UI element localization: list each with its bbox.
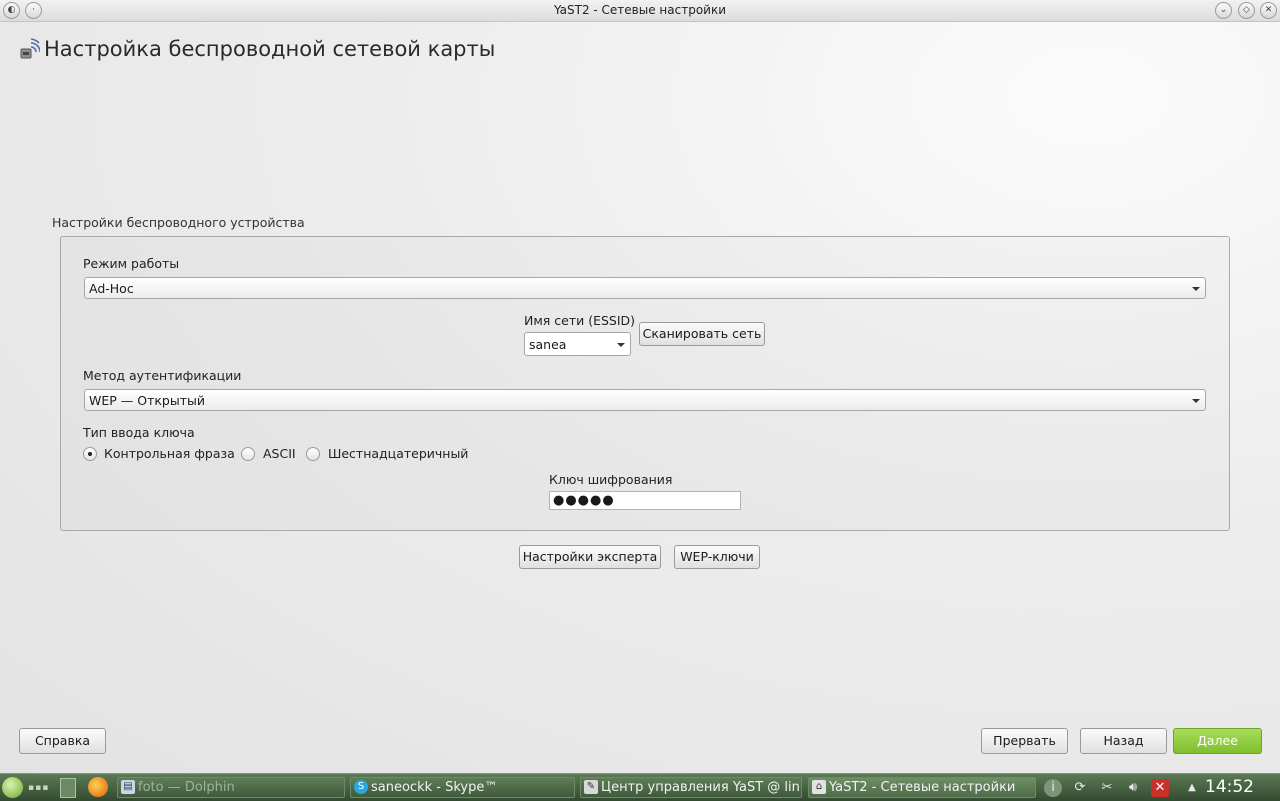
task-label: saneockk - Skype™ bbox=[371, 780, 498, 795]
radio-hex-label[interactable]: Шестнадцатеричный bbox=[328, 446, 468, 461]
skype-icon: S bbox=[354, 780, 368, 794]
radio-ascii-label[interactable]: ASCII bbox=[263, 446, 296, 461]
radio-hex[interactable] bbox=[306, 447, 320, 461]
update-alert-icon[interactable]: ✕ bbox=[1151, 779, 1169, 797]
firefox-icon[interactable] bbox=[88, 777, 108, 797]
minimize-icon[interactable]: ⌄ bbox=[1215, 2, 1232, 19]
network-icon: ⌂ bbox=[812, 780, 826, 794]
essid-label: Имя сети (ESSID) bbox=[524, 313, 636, 328]
chevron-down-icon bbox=[1192, 399, 1200, 403]
task-dolphin[interactable]: ▤ foto — Dolphin bbox=[117, 777, 345, 798]
help-button[interactable]: Справка bbox=[19, 728, 106, 754]
mode-combo[interactable]: Ad-Hoc bbox=[84, 277, 1206, 299]
encryption-key-label: Ключ шифрования bbox=[549, 472, 673, 487]
maximize-icon[interactable]: ◇ bbox=[1238, 2, 1255, 19]
start-menu-icon[interactable] bbox=[2, 777, 23, 798]
volume-icon[interactable]: 🔊︎ bbox=[1124, 779, 1142, 797]
tray-expand-icon[interactable]: ▲ bbox=[1183, 779, 1201, 797]
expert-settings-button[interactable]: Настройки эксперта bbox=[519, 545, 661, 569]
clipboard-scissors-icon[interactable]: ✂ bbox=[1098, 779, 1116, 797]
taskbar: ▪▪▪ ▤ foto — Dolphin S saneockk - Skype™… bbox=[0, 773, 1280, 801]
task-label: Центр управления YaST @ linux bbox=[601, 780, 802, 795]
task-yast-control-center[interactable]: ✎ Центр управления YaST @ linux bbox=[580, 777, 802, 798]
radio-passphrase-label[interactable]: Контрольная фраза bbox=[104, 446, 235, 461]
close-icon[interactable]: ✕ bbox=[1260, 2, 1277, 19]
window-title: YaST2 - Сетевые настройки bbox=[553, 3, 727, 17]
network-tray-icon[interactable]: ⟳ bbox=[1071, 779, 1089, 797]
task-skype[interactable]: S saneockk - Skype™ bbox=[350, 777, 575, 798]
key-type-label: Тип ввода ключа bbox=[83, 425, 195, 440]
task-yast-network[interactable]: ⌂ YaST2 - Сетевые настройки bbox=[808, 777, 1036, 798]
pager-icon[interactable]: ▪▪▪ bbox=[28, 783, 50, 793]
radio-ascii[interactable] bbox=[241, 447, 255, 461]
info-icon[interactable]: i bbox=[1044, 779, 1062, 797]
yast-icon: ✎ bbox=[584, 780, 598, 794]
page-title: Настройка беспроводной сетевой карты bbox=[44, 37, 496, 61]
window-titlebar: ◐ · YaST2 - Сетевые настройки ⌄ ◇ ✕ bbox=[0, 0, 1280, 22]
wireless-card-icon bbox=[20, 38, 40, 59]
chevron-down-icon bbox=[1192, 287, 1200, 291]
back-button[interactable]: Назад bbox=[1080, 728, 1167, 754]
mode-label: Режим работы bbox=[83, 256, 180, 271]
clock: 14:52 bbox=[1205, 777, 1254, 797]
abort-button[interactable]: Прервать bbox=[981, 728, 1068, 754]
essid-value: sanea bbox=[529, 337, 567, 352]
mode-value: Ad-Hoc bbox=[89, 281, 134, 296]
wep-keys-button[interactable]: WEP-ключи bbox=[674, 545, 760, 569]
essid-combo[interactable]: sanea bbox=[524, 332, 631, 356]
auth-label: Метод аутентификации bbox=[83, 368, 242, 383]
chevron-down-icon bbox=[617, 343, 625, 347]
next-button[interactable]: Далее bbox=[1173, 728, 1262, 754]
desktop-icon[interactable] bbox=[60, 778, 76, 798]
auth-value: WEP — Открытый bbox=[89, 393, 205, 408]
group-label: Настройки беспроводного устройства bbox=[52, 215, 305, 230]
folder-icon: ▤ bbox=[121, 780, 135, 794]
scan-network-button[interactable]: Сканировать сеть bbox=[639, 322, 765, 346]
task-label: YaST2 - Сетевые настройки bbox=[829, 780, 1016, 795]
auth-combo[interactable]: WEP — Открытый bbox=[84, 389, 1206, 411]
task-label: foto — Dolphin bbox=[138, 780, 235, 795]
radio-selected-dot bbox=[88, 452, 92, 456]
radio-passphrase[interactable] bbox=[83, 447, 97, 461]
encryption-key-field[interactable]: ●●●●● bbox=[549, 491, 741, 510]
